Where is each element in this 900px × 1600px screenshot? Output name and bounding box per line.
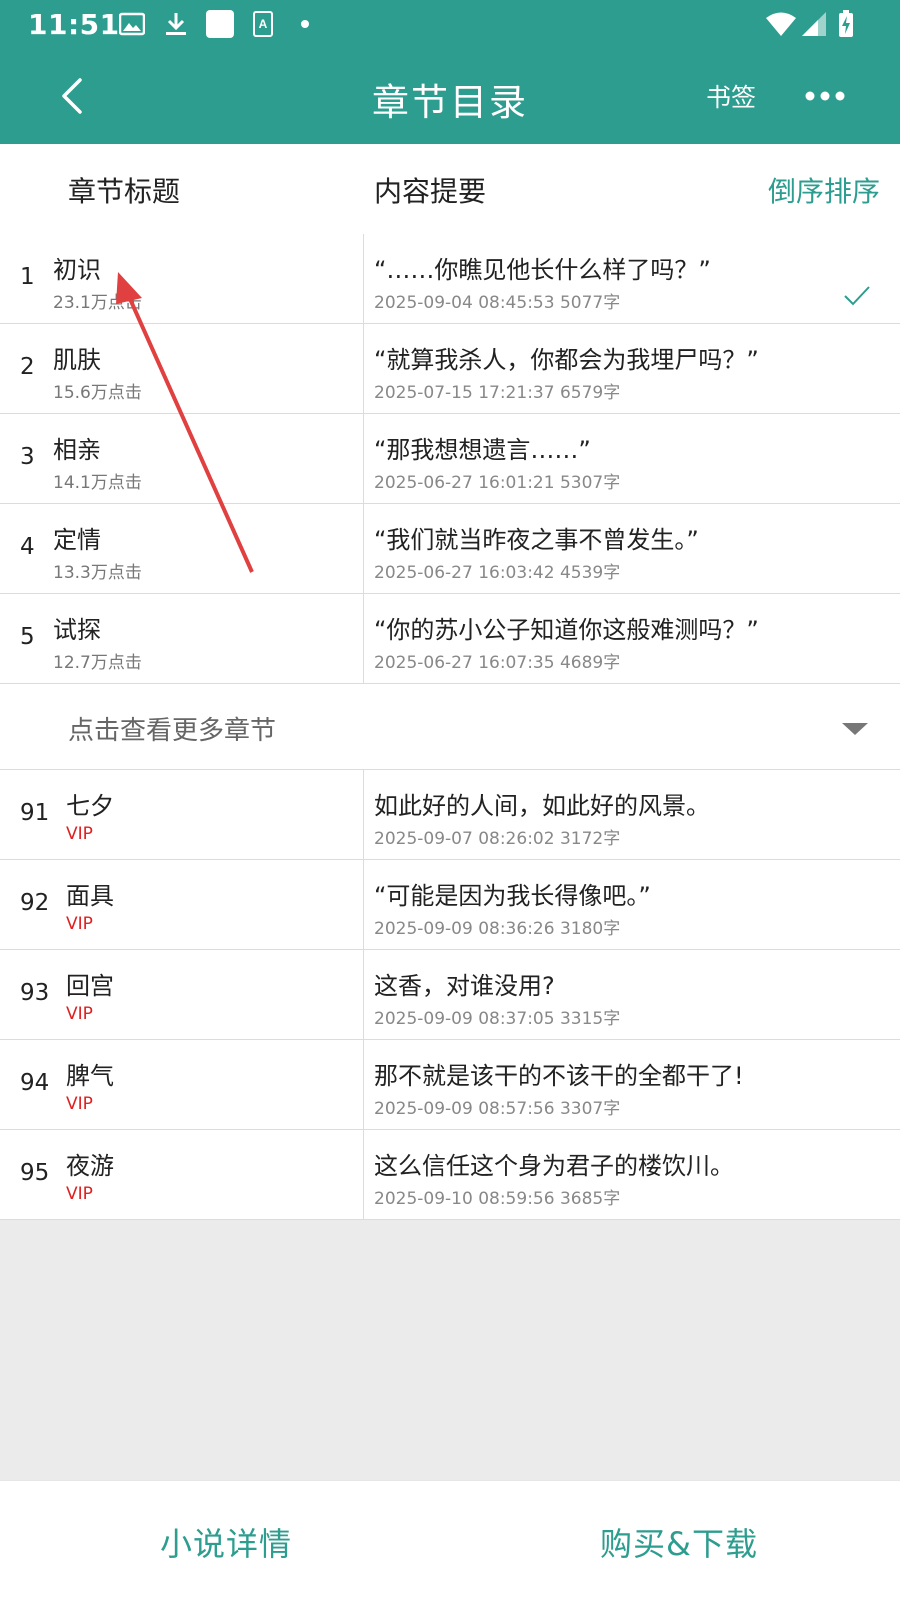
column-divider [363, 860, 364, 950]
bookmark-button[interactable]: 书签 [706, 78, 756, 114]
vip-badge: VIP [66, 1004, 93, 1024]
battery-charging-icon [836, 10, 856, 38]
chapter-summary: 这么信任这个身为君子的楼饮川。 [374, 1152, 734, 1180]
buy-download-button[interactable]: 购买&下载 [600, 1519, 758, 1565]
check-icon [842, 284, 872, 308]
chapter-summary: “……你瞧见他长什么样了吗？” [374, 256, 711, 284]
chapter-row[interactable]: 95 夜游 VIP 这么信任这个身为君子的楼饮川。 2025-09-10 08:… [0, 1130, 900, 1220]
chapter-number: 4 [20, 534, 35, 560]
chapter-number: 95 [20, 1160, 50, 1186]
signal-icon [800, 10, 828, 38]
chapter-meta: 2025-09-09 08:57:56 3307字 [374, 1099, 621, 1119]
chapter-meta: 2025-06-27 16:03:42 4539字 [374, 563, 621, 583]
chapter-meta: 2025-07-15 17:21:37 6579字 [374, 383, 621, 403]
download-icon [162, 10, 190, 38]
chapter-title: 面具 [66, 882, 114, 910]
text-icon: A [252, 10, 274, 38]
chapter-number: 92 [20, 890, 50, 916]
more-icon[interactable] [800, 78, 850, 114]
empty-area [0, 1220, 900, 1480]
chapter-row[interactable]: 1 初识 23.1万点击 “……你瞧见他长什么样了吗？” 2025-09-04 … [0, 234, 900, 324]
chapter-meta: 2025-09-09 08:37:05 3315字 [374, 1009, 621, 1029]
chapter-meta: 2025-06-27 16:07:35 4689字 [374, 653, 621, 673]
image-icon [118, 10, 146, 38]
bottom-bar: 小说详情 购买&下载 [0, 1480, 900, 1600]
column-divider [363, 414, 364, 504]
chapter-meta: 2025-09-07 08:26:02 3172字 [374, 829, 621, 849]
click-count: 12.7万点击 [53, 653, 142, 673]
chapter-summary: “你的苏小公子知道你这般难测吗？” [374, 616, 759, 644]
chapter-row[interactable]: 91 七夕 VIP 如此好的人间，如此好的风景。 2025-09-07 08:2… [0, 770, 900, 860]
chapter-summary: 如此好的人间，如此好的风景。 [374, 792, 710, 820]
click-count: 15.6万点击 [53, 383, 142, 403]
chapter-title: 夜游 [66, 1152, 114, 1180]
chapter-row[interactable]: 2 肌肤 15.6万点击 “就算我杀人，你都会为我埋尸吗？” 2025-07-1… [0, 324, 900, 414]
chapter-title: 相亲 [53, 436, 101, 464]
chapter-title: 脾气 [66, 1062, 114, 1090]
click-count: 14.1万点击 [53, 473, 142, 493]
more-chapters-label: 点击查看更多章节 [68, 716, 277, 746]
chapter-summary: 那不就是该干的不该干的全都干了! [374, 1062, 744, 1090]
chapter-summary: “那我想想遗言……” [374, 436, 591, 464]
page-title: 章节目录 [372, 81, 528, 124]
chapter-meta: 2025-06-27 16:01:21 5307字 [374, 473, 621, 493]
chapter-row[interactable]: 3 相亲 14.1万点击 “那我想想遗言……” 2025-06-27 16:01… [0, 414, 900, 504]
dot-icon [298, 10, 312, 38]
column-divider [363, 770, 364, 860]
square-icon [204, 10, 236, 38]
status-bar: 11:51 A [0, 0, 900, 48]
click-count: 23.1万点击 [53, 293, 142, 313]
column-divider [363, 594, 364, 684]
click-count: 13.3万点击 [53, 563, 142, 583]
chapter-summary: “我们就当昨夜之事不曾发生。” [374, 526, 699, 554]
chapter-title: 试探 [53, 616, 101, 644]
chapter-number: 3 [20, 444, 35, 470]
column-divider [363, 1130, 364, 1220]
chapter-row[interactable]: 5 试探 12.7万点击 “你的苏小公子知道你这般难测吗？” 2025-06-2… [0, 594, 900, 684]
column-divider [363, 324, 364, 414]
reverse-sort-button[interactable]: 倒序排序 [768, 170, 880, 210]
chapter-number: 1 [20, 264, 35, 290]
chapter-title: 定情 [53, 526, 101, 554]
vip-badge: VIP [66, 914, 93, 934]
vip-badge: VIP [66, 1094, 93, 1114]
chapter-title: 七夕 [66, 792, 114, 820]
vip-badge: VIP [66, 824, 93, 844]
app-bar: 章节目录 书签 [0, 48, 900, 144]
chapter-title: 肌肤 [53, 346, 101, 374]
chapter-title-header: 章节标题 [68, 175, 181, 208]
chapter-number: 94 [20, 1070, 50, 1096]
column-divider [363, 504, 364, 594]
column-divider [363, 950, 364, 1040]
status-time: 11:51 [28, 8, 120, 41]
chapter-number: 2 [20, 354, 35, 380]
list-header: 章节标题 内容提要 倒序排序 [0, 144, 900, 234]
summary-header: 内容提要 [374, 175, 487, 208]
chapter-meta: 2025-09-04 08:45:53 5077字 [374, 293, 621, 313]
chapter-meta: 2025-09-09 08:36:26 3180字 [374, 919, 621, 939]
chapter-meta: 2025-09-10 08:59:56 3685字 [374, 1189, 621, 1209]
column-divider [363, 1040, 364, 1130]
chapter-summary: 这香，对谁没用? [374, 972, 555, 1000]
chapter-number: 91 [20, 800, 50, 826]
chapter-title: 初识 [53, 256, 101, 284]
chapter-row[interactable]: 94 脾气 VIP 那不就是该干的不该干的全都干了! 2025-09-09 08… [0, 1040, 900, 1130]
chapter-number: 93 [20, 980, 50, 1006]
chapter-number: 5 [20, 624, 35, 650]
chapter-row[interactable]: 4 定情 13.3万点击 “我们就当昨夜之事不曾发生。” 2025-06-27 … [0, 504, 900, 594]
dropdown-triangle-icon [840, 720, 870, 738]
chapter-summary: “就算我杀人，你都会为我埋尸吗？” [374, 346, 759, 374]
chapter-row[interactable]: 92 面具 VIP “可能是因为我长得像吧。” 2025-09-09 08:36… [0, 860, 900, 950]
chapter-list: 章节标题 内容提要 倒序排序 1 初识 23.1万点击 “……你瞧见他长什么样了… [0, 144, 900, 1220]
wifi-icon [764, 10, 798, 38]
chapter-summary: “可能是因为我长得像吧。” [374, 882, 651, 910]
column-divider [363, 234, 364, 324]
chapter-row[interactable]: 93 回宫 VIP 这香，对谁没用? 2025-09-09 08:37:05 3… [0, 950, 900, 1040]
more-chapters-button[interactable]: 点击查看更多章节 [0, 684, 900, 770]
novel-details-button[interactable]: 小说详情 [160, 1519, 292, 1565]
chapter-title: 回宫 [66, 972, 114, 1000]
svg-text:A: A [259, 17, 268, 31]
vip-badge: VIP [66, 1184, 93, 1204]
